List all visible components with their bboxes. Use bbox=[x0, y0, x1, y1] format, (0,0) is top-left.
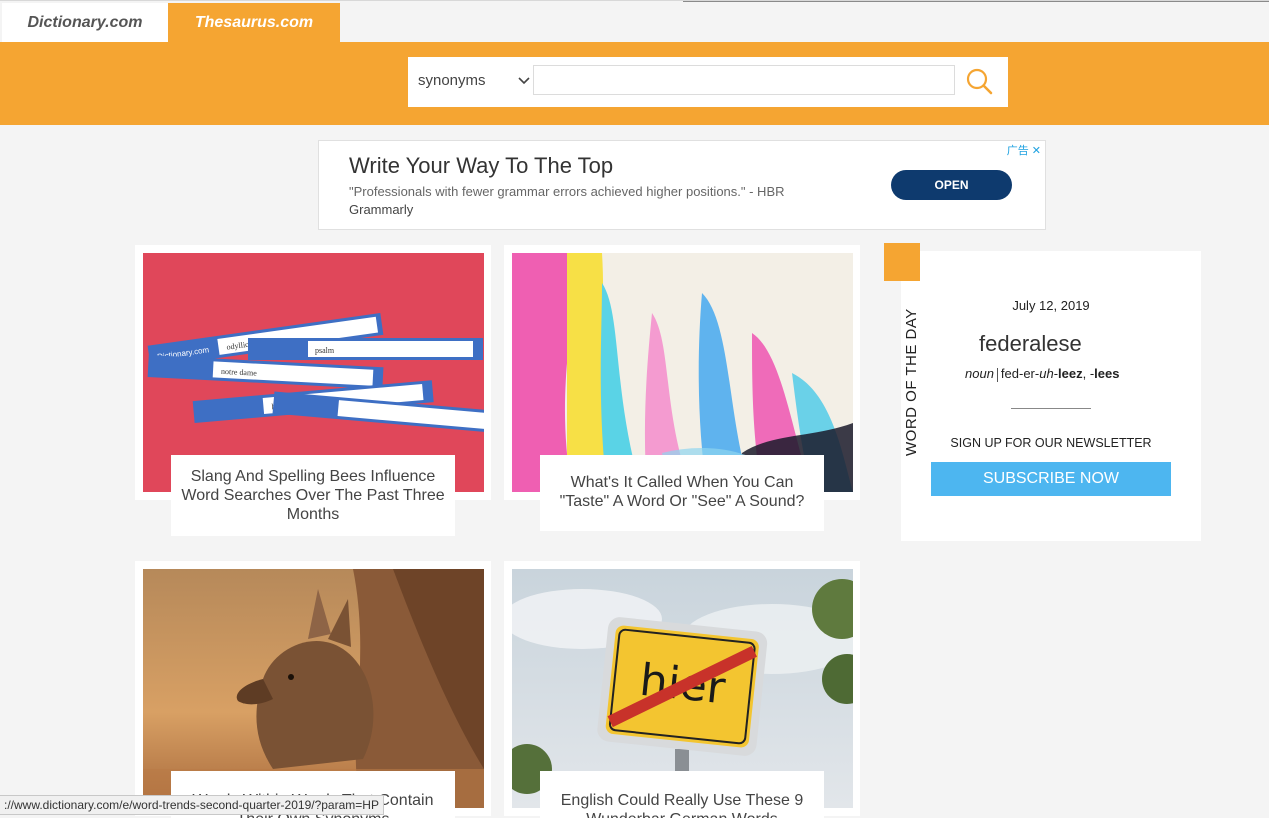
wotd-pronunciation: noun fed-er-uh-leez, -lees bbox=[965, 366, 1119, 382]
pron-stress: leez bbox=[1058, 366, 1083, 381]
ad-description: "Professionals with fewer grammar errors… bbox=[349, 184, 785, 199]
search-band: synonyms bbox=[0, 42, 1269, 125]
ad-banner[interactable]: Write Your Way To The Top "Professionals… bbox=[318, 140, 1046, 230]
link-status-bar: ://www.dictionary.com/e/word-trends-seco… bbox=[0, 795, 384, 815]
search-icon[interactable] bbox=[964, 66, 996, 98]
article-card[interactable]: Words Within Words That Contain Their Ow… bbox=[135, 561, 491, 818]
newsletter-label: SIGN UP FOR OUR NEWSLETTER bbox=[950, 436, 1152, 450]
wotd-word[interactable]: federalese bbox=[979, 331, 1082, 357]
ad-open-button[interactable]: OPEN bbox=[891, 170, 1012, 200]
ad-choices[interactable]: 广告 ✕ bbox=[1007, 142, 1041, 158]
search-mode-select[interactable]: synonyms bbox=[408, 57, 532, 107]
article-title[interactable]: English Could Really Use These 9 Wunderb… bbox=[540, 771, 824, 818]
image-search-term: notre dame bbox=[221, 367, 258, 378]
article-card[interactable]: hier English Could Really Use These 9 Wu… bbox=[504, 561, 860, 818]
word-of-the-day-panel: July 12, 2019 federalese noun fed-er-uh-l… bbox=[901, 251, 1201, 541]
tab-dictionary[interactable]: Dictionary.com bbox=[2, 3, 168, 43]
divider bbox=[1011, 408, 1091, 409]
search-input[interactable] bbox=[533, 65, 955, 95]
search-mode-value: synonyms bbox=[418, 72, 486, 89]
wotd-part-of-speech: noun bbox=[965, 366, 994, 381]
search-box: synonyms bbox=[408, 57, 1008, 107]
site-tab-bar: Dictionary.com Thesaurus.com bbox=[0, 0, 1269, 43]
pron-part: , - bbox=[1082, 366, 1095, 381]
wotd-label: WORD OF THE DAY bbox=[903, 308, 920, 456]
article-title[interactable]: What's It Called When You Can "Taste" A … bbox=[540, 455, 824, 531]
ad-brand: Grammarly bbox=[349, 202, 414, 217]
wotd-date: July 12, 2019 bbox=[1012, 298, 1090, 313]
article-card[interactable]: Dictionary.com odyllic psalm notre dame … bbox=[135, 245, 491, 536]
close-icon[interactable]: ✕ bbox=[1032, 145, 1041, 157]
browser-divider bbox=[683, 1, 1269, 2]
wotd-accent-square bbox=[884, 243, 920, 281]
article-title[interactable]: Slang And Spelling Bees Influence Word S… bbox=[171, 455, 455, 536]
chevron-down-icon bbox=[518, 77, 530, 85]
pron-part: fed-er- bbox=[1000, 366, 1040, 381]
image-search-term: psalm bbox=[315, 346, 335, 355]
ad-choices-label: 广告 bbox=[1006, 145, 1029, 157]
ad-title[interactable]: Write Your Way To The Top bbox=[349, 153, 613, 179]
article-card[interactable]: What's It Called When You Can "Taste" A … bbox=[504, 245, 860, 531]
pron-part: uh bbox=[1039, 366, 1054, 381]
subscribe-button[interactable]: SUBSCRIBE NOW bbox=[931, 462, 1171, 496]
tab-thesaurus[interactable]: Thesaurus.com bbox=[168, 3, 340, 43]
divider bbox=[996, 367, 998, 382]
pron-stress: lees bbox=[1094, 366, 1120, 381]
